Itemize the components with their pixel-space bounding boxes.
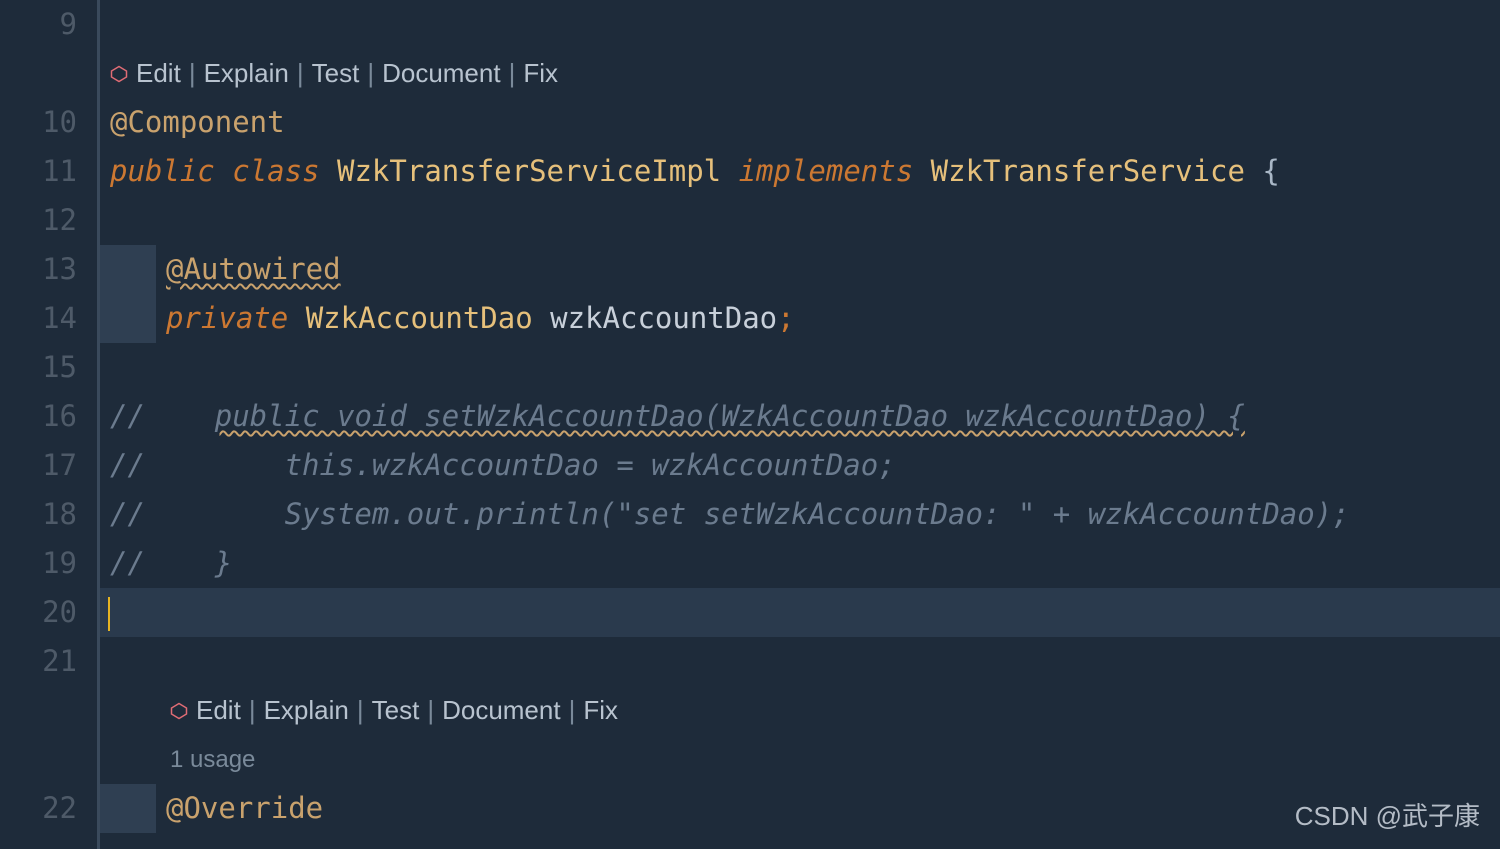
- text-caret: [108, 597, 110, 631]
- line-number: 16: [0, 392, 77, 441]
- class-name: WzkTransferServiceImpl: [337, 154, 721, 188]
- keyword-class: class: [232, 154, 319, 188]
- line-number: [0, 49, 77, 98]
- semicolon: ;: [777, 301, 794, 335]
- line-number: 17: [0, 441, 77, 490]
- keyword-public: public: [110, 154, 215, 188]
- lens-fix[interactable]: Fix: [583, 686, 618, 735]
- lens-separator: |: [569, 686, 576, 735]
- line-number: 13: [0, 245, 77, 294]
- ai-icon: [170, 702, 188, 720]
- ai-icon: [110, 65, 128, 83]
- lens-edit[interactable]: Edit: [196, 686, 241, 735]
- line-number: 11: [0, 147, 77, 196]
- annotation-autowired: @Autowired: [166, 252, 341, 286]
- line-number: 20: [0, 588, 77, 637]
- lens-separator: |: [427, 686, 434, 735]
- selection-block: [100, 784, 156, 833]
- brace-open: {: [1262, 154, 1279, 188]
- type-name: WzkAccountDao: [306, 301, 533, 335]
- interface-name: WzkTransferService: [931, 154, 1245, 188]
- lens-separator: |: [357, 686, 364, 735]
- code-line[interactable]: // }: [110, 539, 1500, 588]
- lens-test[interactable]: Test: [312, 49, 360, 98]
- annotation-component: @Component: [110, 105, 285, 139]
- line-number: 21: [0, 637, 77, 686]
- code-lens-row: Edit | Explain | Test | Document | Fix: [110, 49, 1500, 98]
- code-line[interactable]: [110, 637, 1500, 686]
- line-number: 9: [0, 0, 77, 49]
- lens-explain[interactable]: Explain: [264, 686, 349, 735]
- code-line[interactable]: @Component: [110, 98, 1500, 147]
- lens-separator: |: [367, 49, 374, 98]
- code-area[interactable]: Edit | Explain | Test | Document | Fix @…: [100, 0, 1500, 849]
- code-line[interactable]: // System.out.println("set setWzkAccount…: [110, 490, 1500, 539]
- keyword-private: private: [166, 301, 288, 335]
- lens-edit[interactable]: Edit: [136, 49, 181, 98]
- lens-document[interactable]: Document: [382, 49, 501, 98]
- line-number: 15: [0, 343, 77, 392]
- code-lens-row: Edit | Explain | Test | Document | Fix: [110, 686, 1500, 735]
- annotation-override: @Override: [166, 791, 323, 825]
- line-number: 10: [0, 98, 77, 147]
- keyword-implements: implements: [739, 154, 914, 188]
- comment-text: // }: [110, 546, 232, 580]
- code-line[interactable]: [110, 343, 1500, 392]
- line-number: 18: [0, 490, 77, 539]
- line-number: 19: [0, 539, 77, 588]
- selection-block: [100, 294, 156, 343]
- comment-text: // System.out.println("set setWzkAccount…: [110, 497, 1350, 531]
- code-line[interactable]: // this.wzkAccountDao = wzkAccountDao;: [110, 441, 1500, 490]
- code-line[interactable]: @Autowired: [110, 245, 1500, 294]
- selection-block: [100, 245, 156, 294]
- lens-document[interactable]: Document: [442, 686, 561, 735]
- lens-separator: |: [509, 49, 516, 98]
- line-number: 14: [0, 294, 77, 343]
- lens-separator: |: [297, 49, 304, 98]
- code-editor[interactable]: 9 10 11 12 13 14 15 16 17 18 19 20 21 22…: [0, 0, 1500, 849]
- line-number: [0, 735, 77, 784]
- code-line[interactable]: [110, 196, 1500, 245]
- lens-separator: |: [189, 49, 196, 98]
- line-number: 12: [0, 196, 77, 245]
- comment-slash: //: [110, 399, 145, 433]
- code-line-current[interactable]: [100, 588, 1500, 637]
- usage-hint[interactable]: 1 usage: [110, 735, 1500, 784]
- code-line[interactable]: @Override: [110, 784, 1500, 833]
- code-line[interactable]: // public void setWzkAccountDao(WzkAccou…: [110, 392, 1500, 441]
- lens-fix[interactable]: Fix: [523, 49, 558, 98]
- code-line[interactable]: [110, 0, 1500, 49]
- lens-separator: |: [249, 686, 256, 735]
- comment-text: public void setWzkAccountDao(WzkAccountD…: [215, 399, 1245, 433]
- watermark: CSDN @武子康: [1295, 792, 1480, 841]
- code-line[interactable]: private WzkAccountDao wzkAccountDao;: [110, 294, 1500, 343]
- field-name: wzkAccountDao: [550, 301, 777, 335]
- line-gutter: 9 10 11 12 13 14 15 16 17 18 19 20 21 22: [0, 0, 100, 849]
- line-number: [0, 686, 77, 735]
- lens-explain[interactable]: Explain: [204, 49, 289, 98]
- line-number: 22: [0, 784, 77, 833]
- comment-text: // this.wzkAccountDao = wzkAccountDao;: [110, 448, 896, 482]
- code-line[interactable]: public class WzkTransferServiceImpl impl…: [110, 147, 1500, 196]
- lens-test[interactable]: Test: [372, 686, 420, 735]
